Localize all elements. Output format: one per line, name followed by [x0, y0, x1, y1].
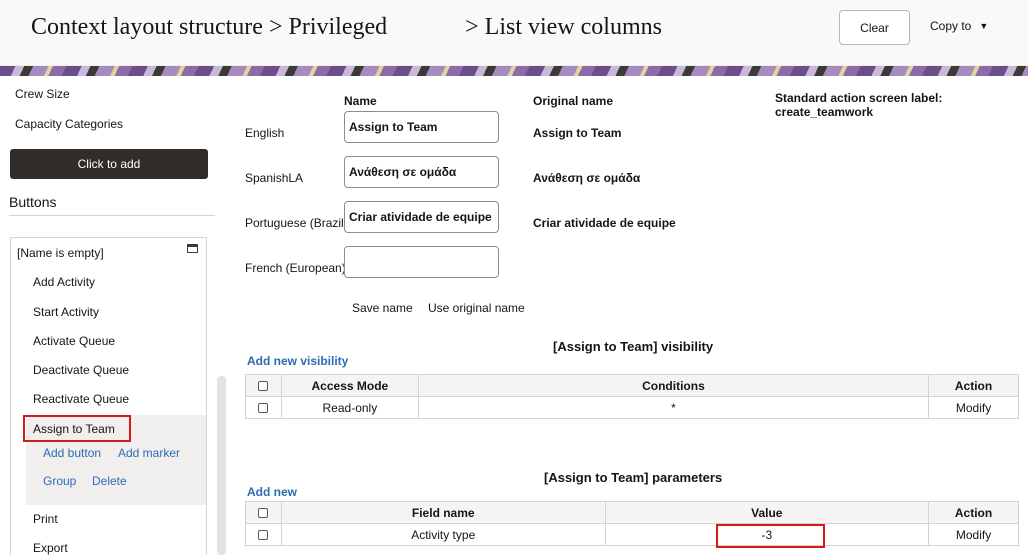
highlight-box-assign-to-team	[23, 415, 131, 442]
tree-item-activate-queue[interactable]: Activate Queue	[33, 334, 115, 348]
table-header-row: Access Mode Conditions Action	[245, 374, 1019, 397]
access-mode-cell: Read-only	[280, 396, 419, 419]
row-checkbox-cell[interactable]	[245, 396, 282, 419]
standard-label-value: create_teamwork	[775, 105, 874, 119]
name-column-header: Name	[344, 94, 377, 108]
original-name-spanishla: Ανάθεση σε ομάδα	[533, 171, 641, 185]
modify-link[interactable]: Modify	[928, 523, 1019, 546]
column-header: Value	[604, 501, 930, 524]
standard-label-title: Standard action screen label:	[775, 91, 943, 105]
buttons-heading: Buttons	[9, 194, 57, 210]
visibility-table: Access Mode Conditions Action Read-only …	[245, 374, 1019, 419]
chevron-down-icon: ▼	[979, 21, 989, 31]
sidebar-item-crew-size[interactable]: Crew Size	[15, 87, 70, 101]
add-marker-link[interactable]: Add marker	[118, 446, 180, 460]
checkbox[interactable]	[258, 508, 269, 519]
lang-label-french-european: French (European)	[245, 261, 346, 275]
add-new-parameter-link[interactable]: Add new	[247, 485, 297, 499]
checkbox[interactable]	[258, 381, 269, 392]
conditions-cell: *	[417, 396, 930, 419]
column-header: Action	[928, 501, 1019, 524]
group-link[interactable]: Group	[43, 474, 76, 488]
tree-item-start-activity[interactable]: Start Activity	[33, 305, 99, 319]
tree-item-print[interactable]: Print	[33, 512, 58, 526]
sidebar-scrollbar[interactable]	[217, 376, 226, 555]
copy-to-label: Copy to	[930, 19, 972, 33]
tree-item-reactivate-queue[interactable]: Reactivate Queue	[33, 392, 129, 406]
lang-label-english: English	[245, 126, 285, 140]
lang-label-spanishla: SpanishLA	[245, 171, 304, 185]
name-input-portuguese-brazil[interactable]	[344, 201, 499, 233]
visibility-title: [Assign to Team] visibility	[553, 339, 714, 354]
column-header: Field name	[280, 501, 606, 524]
original-name-english: Assign to Team	[533, 126, 622, 140]
tree-root[interactable]: [Name is empty]	[17, 246, 104, 260]
row-checkbox-cell[interactable]	[245, 523, 282, 546]
delete-link[interactable]: Delete	[92, 474, 127, 488]
click-to-add-button[interactable]: Click to add	[10, 149, 208, 179]
field-name-cell: Activity type	[280, 523, 606, 546]
name-input-spanishla[interactable]	[344, 156, 499, 188]
parameters-title: [Assign to Team] parameters	[544, 470, 723, 485]
copy-to-dropdown[interactable]: Copy to ▼	[930, 19, 988, 33]
highlight-box-value	[716, 524, 825, 548]
page-header: Context layout structure > Privileged > …	[0, 0, 1028, 66]
parameters-table: Field name Value Action Activity type -3…	[245, 501, 1019, 546]
name-input-french-european[interactable]	[344, 246, 499, 278]
sidebar: Crew Size Capacity Categories Click to a…	[0, 76, 228, 555]
lang-label-portuguese-brazil: Portuguese (Brazil)	[245, 216, 348, 230]
add-new-visibility-link[interactable]: Add new visibility	[247, 354, 348, 368]
add-button-link[interactable]: Add button	[43, 446, 101, 460]
collapse-icon[interactable]	[187, 244, 198, 253]
table-row: Read-only * Modify	[245, 396, 1019, 419]
table-row: Activity type -3 Modify	[245, 523, 1019, 546]
decorative-banner	[0, 66, 1028, 76]
table-header-row: Field name Value Action	[245, 501, 1019, 524]
original-name-column-header: Original name	[533, 94, 614, 108]
buttons-tree: [Name is empty] Add Activity Start Activ…	[10, 237, 207, 555]
tree-item-add-activity[interactable]: Add Activity	[33, 275, 95, 289]
tree-item-deactivate-queue[interactable]: Deactivate Queue	[33, 363, 129, 377]
column-header: Conditions	[417, 374, 930, 397]
use-original-name-button[interactable]: Use original name	[428, 301, 525, 315]
select-all-checkbox-cell[interactable]	[245, 374, 282, 397]
sidebar-item-capacity-categories[interactable]: Capacity Categories	[15, 117, 123, 131]
page-title: Context layout structure > Privileged > …	[31, 14, 662, 40]
divider	[9, 215, 215, 216]
name-input-english[interactable]	[344, 111, 499, 143]
original-name-portuguese-brazil: Criar atividade de equipe	[533, 216, 676, 230]
tree-item-export[interactable]: Export	[33, 541, 68, 555]
checkbox[interactable]	[258, 403, 269, 414]
clear-button[interactable]: Clear	[839, 10, 910, 45]
modify-link[interactable]: Modify	[928, 396, 1019, 419]
column-header: Action	[928, 374, 1019, 397]
save-name-button[interactable]: Save name	[352, 301, 413, 315]
select-all-checkbox-cell[interactable]	[245, 501, 282, 524]
checkbox[interactable]	[258, 530, 269, 541]
column-header: Access Mode	[280, 374, 419, 397]
